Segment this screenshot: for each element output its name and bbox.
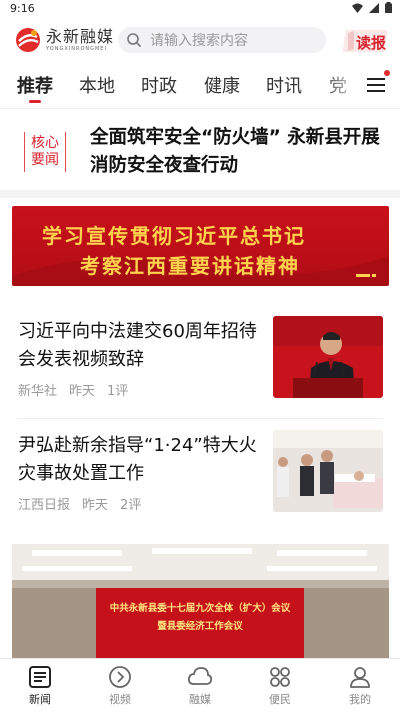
featured-image[interactable]: 中共永新县委十七届九次全体（扩大）会议 暨县委经济工作会议 bbox=[12, 544, 389, 659]
article-title[interactable]: 习近平向中法建交60周年招待会发表视频致辞 bbox=[18, 318, 266, 374]
status-icons bbox=[352, 2, 392, 13]
banner-line-2: 考察江西重要讲话精神 bbox=[80, 254, 300, 278]
search-placeholder: 请输入搜索内容 bbox=[150, 33, 248, 49]
article-thumbnail[interactable] bbox=[273, 430, 383, 512]
article-source: 江西日报 bbox=[18, 498, 71, 513]
news-icon bbox=[29, 666, 51, 688]
nav-services-label: 便民 bbox=[269, 693, 291, 706]
bottom-nav: 新闻 视频 融媒 便民 我的 bbox=[0, 658, 400, 712]
person-icon bbox=[350, 667, 370, 688]
list-divider bbox=[18, 418, 383, 419]
nav-video-label: 视频 bbox=[109, 693, 131, 706]
nav-video[interactable]: 视频 bbox=[90, 665, 150, 707]
article-comments: 1评 bbox=[107, 384, 129, 399]
nav-media[interactable]: 融媒 bbox=[170, 665, 230, 707]
article-thumbnail[interactable] bbox=[273, 316, 383, 398]
app-header: 永新融媒 YONGXINRONGMEI 请输入搜索内容 读报 bbox=[0, 18, 400, 62]
article-time: 昨天 bbox=[69, 384, 96, 399]
photo-speaker bbox=[273, 316, 383, 398]
status-bar: 9:16 bbox=[0, 0, 400, 18]
notification-dot bbox=[384, 70, 390, 76]
tab-news-flash[interactable]: 时讯 bbox=[266, 72, 302, 98]
nav-services[interactable]: 便民 bbox=[250, 665, 310, 707]
nav-media-label: 融媒 bbox=[189, 693, 211, 706]
tab-recommend[interactable]: 推荐 bbox=[17, 72, 53, 98]
article-source: 新华社 bbox=[18, 384, 58, 399]
article-meta: 新华社 昨天 1评 bbox=[18, 380, 128, 399]
core-news-item[interactable]: 核心 要闻 全面筑牢安全“防火墙” 永新县开展消防安全夜查行动 bbox=[0, 114, 400, 190]
logo-subtitle: YONGXINRONGMEI bbox=[46, 45, 107, 52]
tab-health[interactable]: 健康 bbox=[204, 72, 240, 98]
grid-icon bbox=[270, 667, 290, 687]
nav-news-label: 新闻 bbox=[29, 693, 51, 706]
promo-banner[interactable]: 学习宣传贯彻习近平总书记 考察江西重要讲话精神 bbox=[12, 206, 389, 286]
section-separator bbox=[0, 190, 400, 198]
photo-hospital-visit bbox=[273, 430, 383, 512]
newspaper-icon bbox=[348, 31, 354, 51]
article-meta: 江西日报 昨天 2评 bbox=[18, 494, 141, 513]
screen-text-line-1: 中共永新县委十七届九次全体（扩大）会议 bbox=[109, 603, 291, 614]
banner-line-1: 学习宣传贯彻习近平总书记 bbox=[42, 224, 306, 248]
wifi-icon bbox=[352, 3, 363, 13]
nav-me-label: 我的 bbox=[349, 693, 371, 706]
play-icon bbox=[109, 666, 131, 688]
article-time: 昨天 bbox=[82, 498, 109, 513]
dubao-label: 读报 bbox=[356, 34, 387, 52]
nav-me[interactable]: 我的 bbox=[330, 665, 390, 707]
active-tab-indicator bbox=[29, 100, 41, 103]
core-news-headline[interactable]: 全面筑牢安全“防火墙” 永新县开展消防安全夜查行动 bbox=[90, 124, 390, 180]
dubao-button[interactable]: 读报 bbox=[342, 28, 388, 54]
app-logo[interactable]: 永新融媒 YONGXINRONGMEI bbox=[14, 26, 114, 54]
logo-title: 永新融媒 bbox=[46, 26, 115, 46]
cloud-icon bbox=[187, 667, 213, 685]
badge-line-2: 要闻 bbox=[31, 152, 59, 168]
search-icon bbox=[127, 33, 142, 48]
battery-icon bbox=[385, 2, 392, 13]
core-news-badge: 核心 要闻 bbox=[24, 132, 66, 172]
screen-text-line-2: 暨县委经济工作会议 bbox=[157, 621, 243, 632]
logo-mark-icon bbox=[16, 28, 40, 52]
badge-line-1: 核心 bbox=[31, 135, 59, 151]
list-item[interactable]: 尹弘赴新余指导“1·24”特大火灾事故处置工作 江西日报 昨天 2评 bbox=[0, 420, 400, 532]
article-comments: 2评 bbox=[120, 498, 142, 513]
list-item[interactable]: 习近平向中法建交60周年招待会发表视频致辞 新华社 昨天 1评 bbox=[0, 306, 400, 418]
status-time: 9:16 bbox=[10, 2, 35, 15]
signal-icon bbox=[369, 2, 379, 13]
article-title[interactable]: 尹弘赴新余指导“1·24”特大火灾事故处置工作 bbox=[18, 432, 266, 488]
channel-menu-button[interactable] bbox=[362, 70, 392, 100]
tab-politics[interactable]: 时政 bbox=[141, 72, 177, 98]
tab-local[interactable]: 本地 bbox=[79, 72, 115, 98]
search-box[interactable]: 请输入搜索内容 bbox=[118, 27, 326, 53]
nav-news[interactable]: 新闻 bbox=[10, 665, 70, 707]
